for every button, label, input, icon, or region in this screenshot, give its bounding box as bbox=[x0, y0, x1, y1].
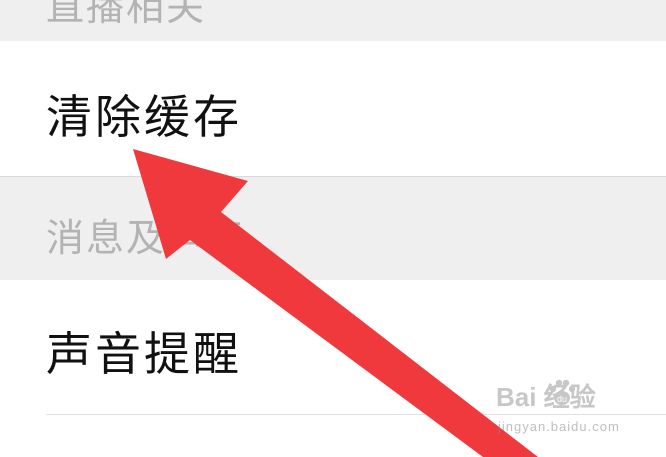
section-header-live-label: 直播相关 bbox=[46, 0, 207, 29]
paw-icon: du bbox=[549, 379, 576, 405]
baidu-jingyan-watermark: Bai 经验 du jingyan.baidu.com bbox=[496, 377, 646, 449]
settings-screen: 直播相关 清除缓存 消息及声音 声音提醒 Bai 经验 du jingyan.b… bbox=[0, 0, 666, 457]
section-header-live: 直播相关 bbox=[0, 0, 666, 41]
svg-text:du: du bbox=[557, 394, 567, 404]
clear-cache-label: 清除缓存 bbox=[46, 90, 242, 144]
sound-reminder-label: 声音提醒 bbox=[46, 327, 242, 381]
section-header-message-sound: 消息及声音 bbox=[0, 177, 666, 280]
watermark-url: jingyan.baidu.com bbox=[498, 419, 620, 434]
section-header-message-sound-label: 消息及声音 bbox=[46, 216, 247, 260]
clear-cache-row[interactable]: 清除缓存 bbox=[0, 41, 666, 177]
